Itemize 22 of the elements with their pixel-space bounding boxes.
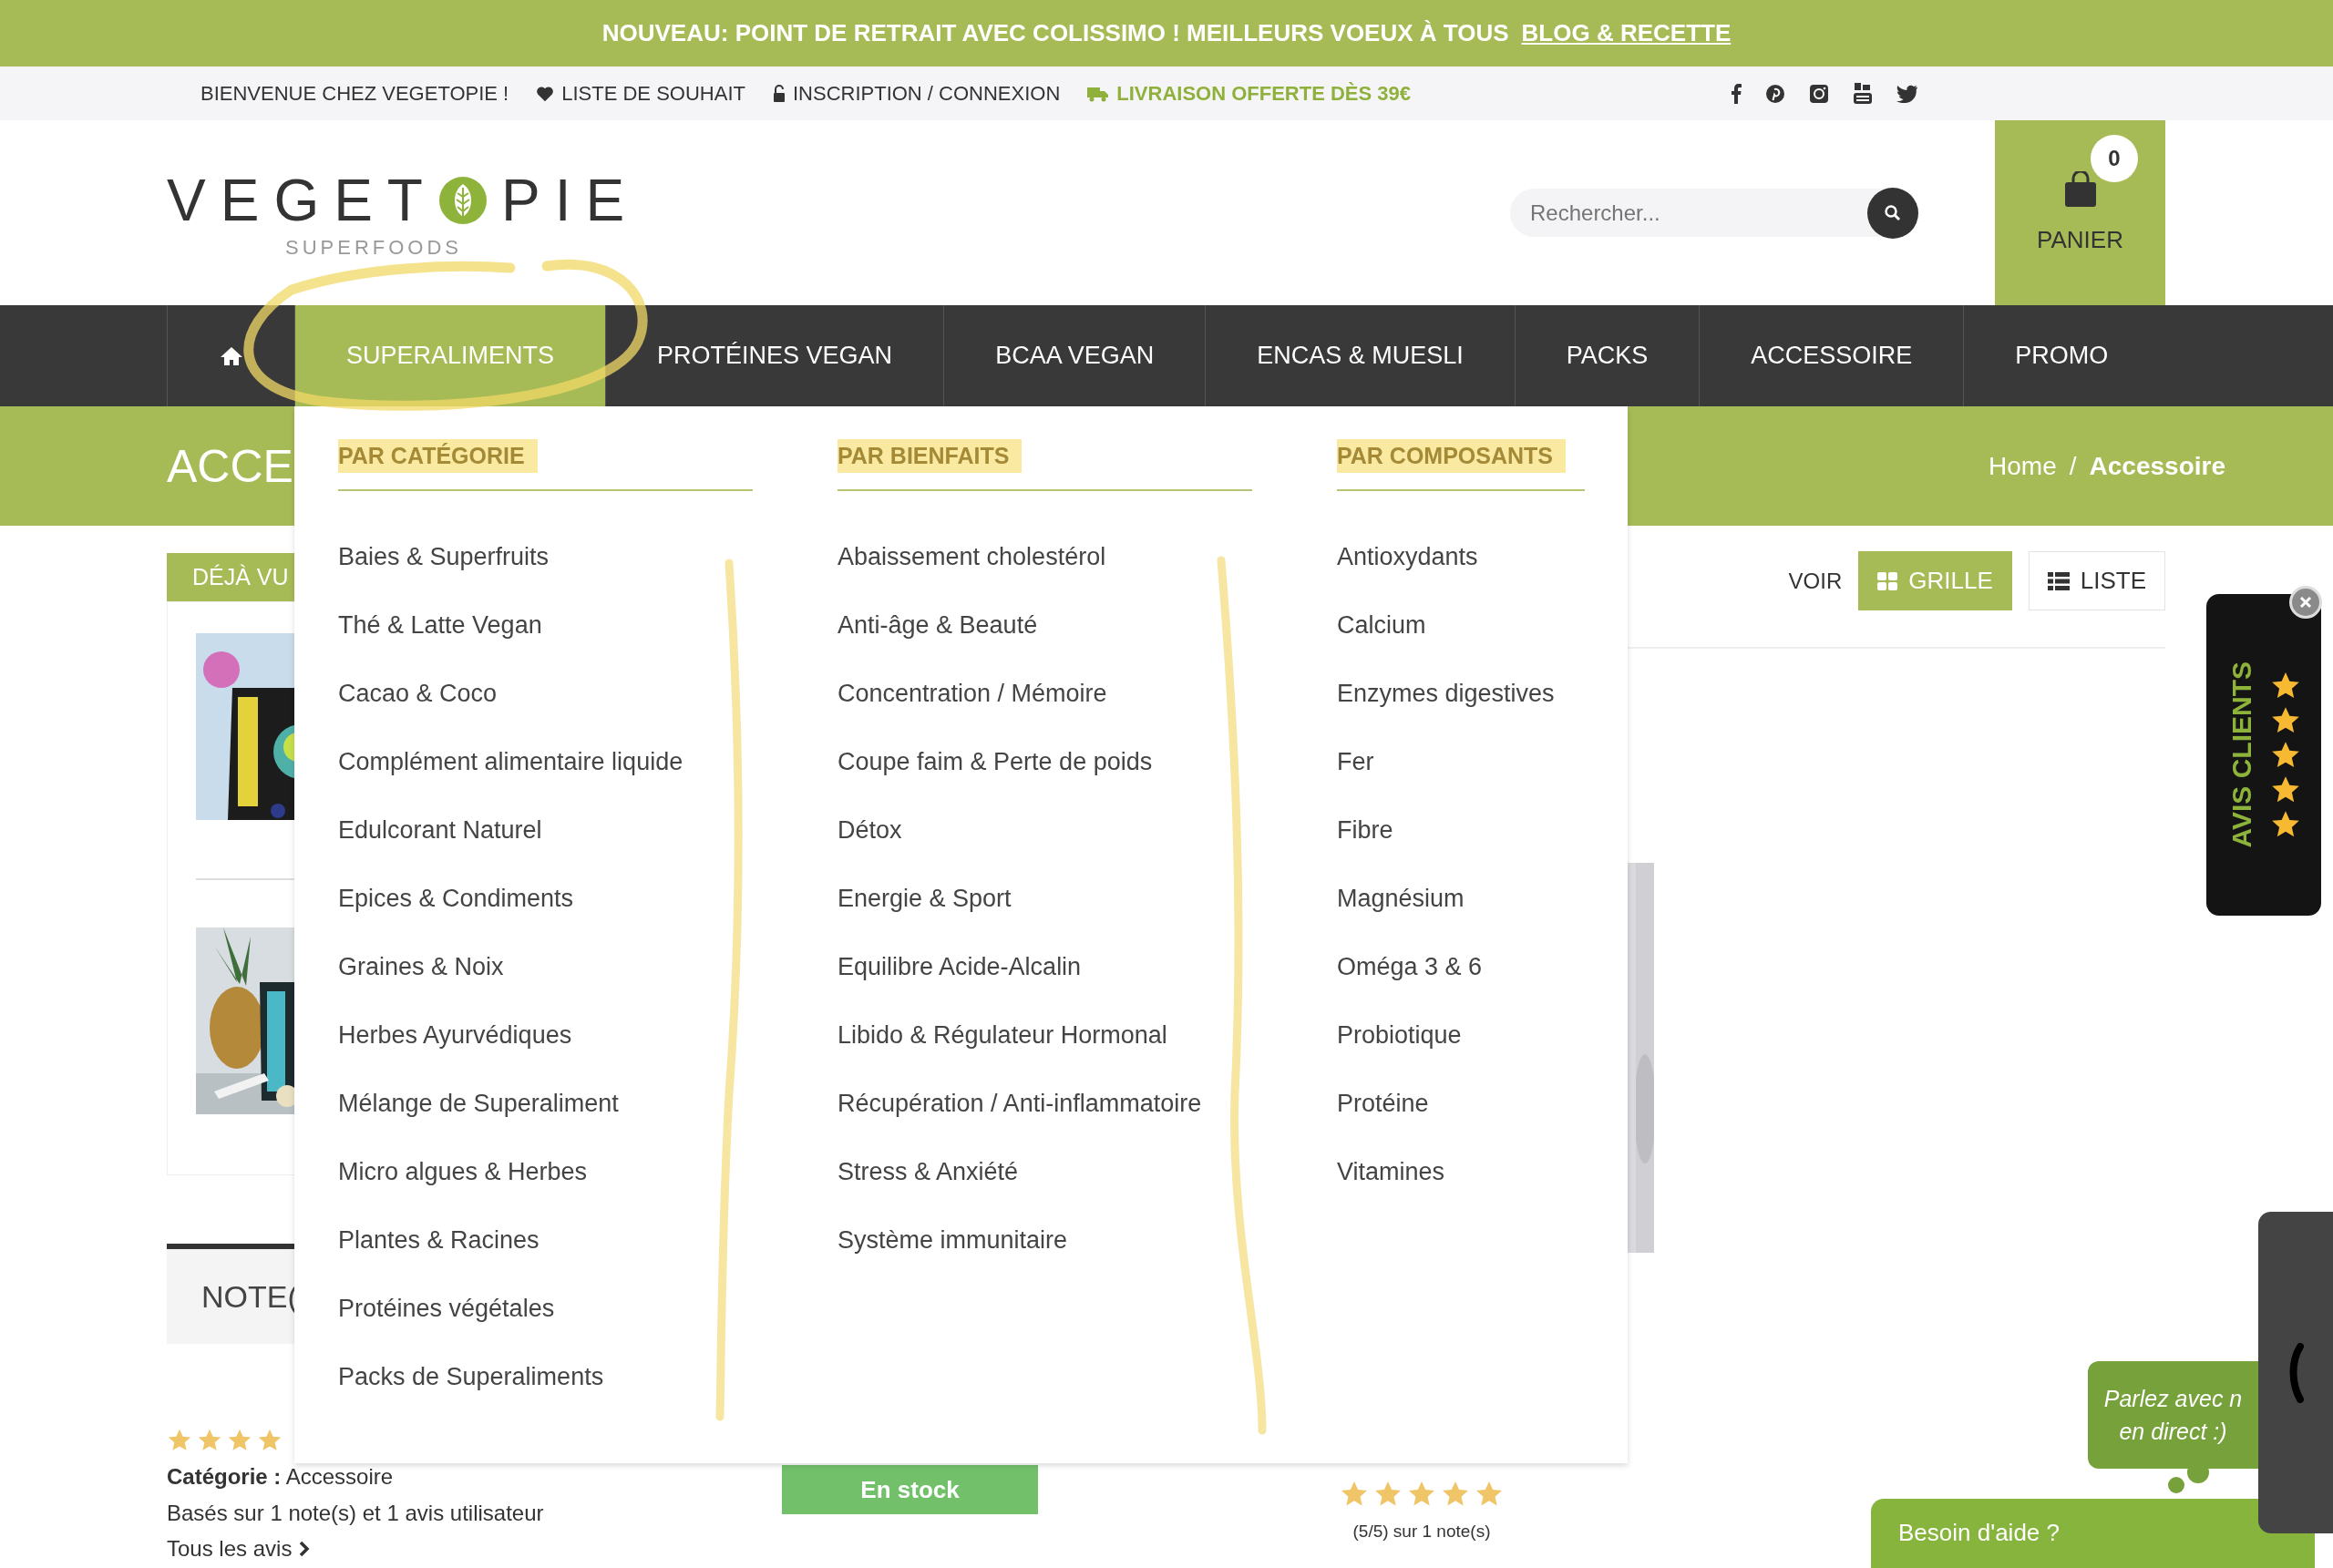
logo-text: VEGET: [167, 166, 437, 234]
menu-heading: PAR COMPOSANTS: [1337, 439, 1567, 473]
view-label: VOIR: [1788, 568, 1843, 594]
category-text: Catégorie : Accessoire: [167, 1463, 395, 1491]
breadcrumb-separator: /: [2069, 451, 2077, 481]
stock-badge: En stock: [782, 1465, 1038, 1514]
rating-text: (5/5) sur 1 note(s): [1352, 1522, 1491, 1542]
logo-tagline: SUPERFOODS: [285, 235, 463, 260]
cart-count: 0: [2091, 135, 2138, 182]
recently-viewed-title: DÉJÀ VU: [192, 564, 289, 590]
chat-bubble-text: en direct :): [2119, 1418, 2227, 1446]
review-summary: Basés sur 1 note(s) et 1 avis utilisateur: [167, 1500, 545, 1527]
menu-heading: PAR BIENFAITS: [838, 439, 1023, 473]
breadcrumb-current: Accessoire: [2089, 451, 2225, 481]
welcome-text: BIENVENUE CHEZ VEGETOPIE !: [200, 81, 509, 106]
cart-label: PANIER: [2037, 226, 2123, 254]
reviews-widget-label: AVIS CLIENTS: [2226, 661, 2257, 848]
chat-bubble-text: Parlez avec n: [2103, 1385, 2243, 1413]
page-title: ACCE: [167, 439, 293, 493]
menu-heading: PAR CATÉGORIE: [338, 439, 538, 473]
logo-text: PIE: [500, 166, 640, 234]
announcement-text: NOUVEAU: POINT DE RETRAIT AVEC COLISSIMO ! MEILLEURS VOEUX À TOUS: [601, 19, 1509, 47]
